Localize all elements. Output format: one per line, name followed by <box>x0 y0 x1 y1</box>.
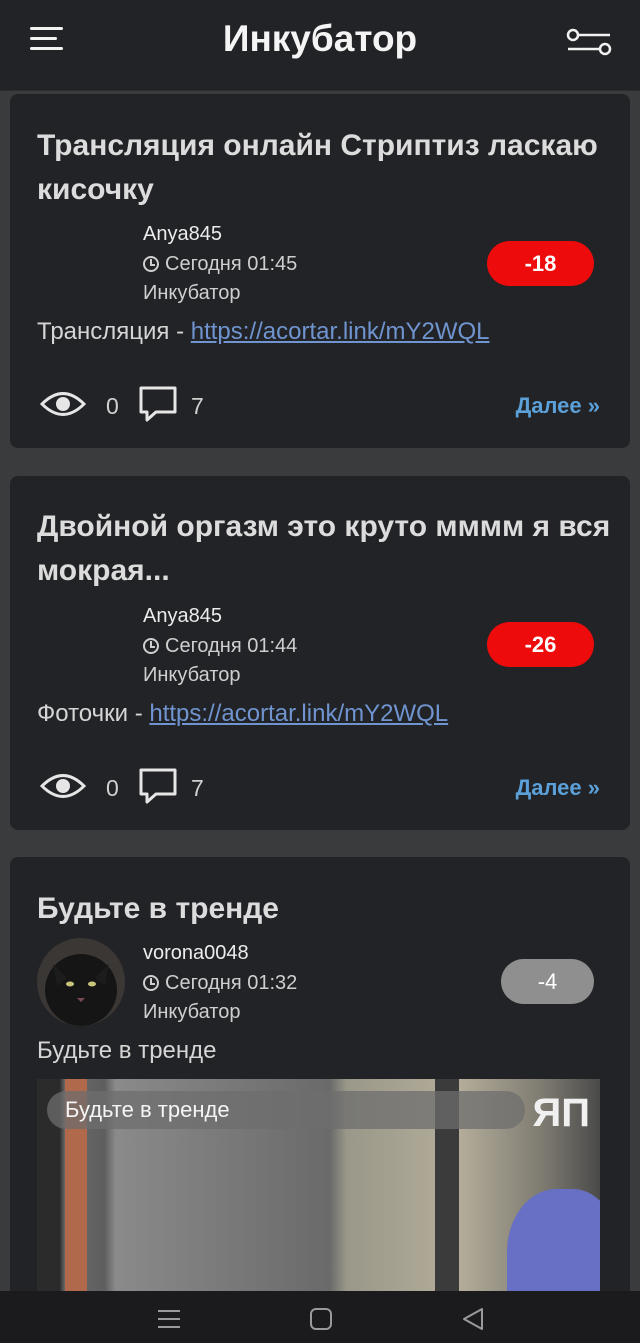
post-meta: Anya845 Сегодня 01:45 Инкубатор <box>143 220 297 309</box>
post-author[interactable]: vorona0048 <box>143 939 297 969</box>
post-link[interactable]: https://acortar.link/mY2WQL <box>149 700 448 727</box>
comments-count[interactable]: 7 <box>191 775 204 802</box>
post-author[interactable]: Anya845 <box>143 220 297 250</box>
back-icon[interactable] <box>458 1307 488 1331</box>
system-navigation-bar <box>0 1291 640 1343</box>
home-icon[interactable] <box>306 1307 336 1331</box>
post-body-prefix: Фоточки - <box>37 700 150 727</box>
post-card[interactable]: Будьте в тренде vorona0048 Сегодня 01:32… <box>10 857 630 1297</box>
post-community[interactable]: Инкубатор <box>143 279 297 309</box>
filter-sliders-icon[interactable] <box>566 28 612 56</box>
post-author[interactable]: Anya845 <box>143 602 297 632</box>
post-community[interactable]: Инкубатор <box>143 661 297 691</box>
video-frame-detail <box>507 1189 600 1297</box>
views-count: 0 <box>106 393 119 419</box>
post-body: Фоточки - https://acortar.link/mY2WQL <box>37 700 448 728</box>
post-title[interactable]: Будьте в тренде <box>37 887 612 931</box>
rating-badge[interactable]: -18 <box>487 241 594 286</box>
post-body: Трансляция - https://acortar.link/mY2WQL <box>37 318 490 346</box>
comments-icon[interactable] <box>138 767 178 805</box>
post-card[interactable]: Трансляция онлайн Стриптиз ласкаю кисочк… <box>10 94 630 448</box>
rating-badge[interactable]: -26 <box>487 622 594 667</box>
post-time: Сегодня 01:44 <box>143 632 297 662</box>
black-cat-avatar-image <box>37 938 125 1026</box>
views-count: 0 <box>106 775 119 801</box>
post-stats: 0 7 Далее » <box>40 767 600 807</box>
post-time: Сегодня 01:45 <box>143 250 297 280</box>
post-title[interactable]: Трансляция онлайн Стриптиз ласкаю кисочк… <box>37 124 612 212</box>
post-card[interactable]: Двойной оргазм это круто мммм я вся мокр… <box>10 476 630 830</box>
post-meta: vorona0048 Сегодня 01:32 Инкубатор <box>143 939 297 1028</box>
clock-icon <box>143 255 159 272</box>
post-meta: Anya845 Сегодня 01:44 Инкубатор <box>143 602 297 691</box>
read-more-link[interactable]: Далее » <box>516 775 600 801</box>
comments-count[interactable]: 7 <box>191 393 204 420</box>
post-body-prefix: Трансляция - <box>37 318 191 345</box>
post-title[interactable]: Двойной оргазм это круто мммм я вся мокр… <box>37 505 612 593</box>
post-community[interactable]: Инкубатор <box>143 998 297 1028</box>
clock-icon <box>143 974 159 991</box>
comments-icon[interactable] <box>138 385 178 423</box>
post-time: Сегодня 01:32 <box>143 969 297 999</box>
post-link[interactable]: https://acortar.link/mY2WQL <box>191 318 490 345</box>
views-eye-icon <box>40 392 86 416</box>
read-more-link[interactable]: Далее » <box>516 393 600 419</box>
avatar[interactable] <box>37 938 125 1026</box>
post-body: Будьте в тренде <box>37 1037 217 1064</box>
app-header: Инкубатор <box>0 0 640 91</box>
clock-icon <box>143 637 159 654</box>
page-title: Инкубатор <box>222 18 418 59</box>
rating-badge[interactable]: -4 <box>501 959 594 1004</box>
video-player[interactable]: Будьте в тренде ЯП <box>37 1079 600 1297</box>
views-eye-icon <box>40 774 86 798</box>
recent-apps-icon[interactable] <box>154 1307 184 1331</box>
post-stats: 0 7 Далее » <box>40 385 600 425</box>
video-caption: Будьте в тренде <box>47 1091 525 1129</box>
video-watermark-logo: ЯП <box>532 1091 591 1135</box>
